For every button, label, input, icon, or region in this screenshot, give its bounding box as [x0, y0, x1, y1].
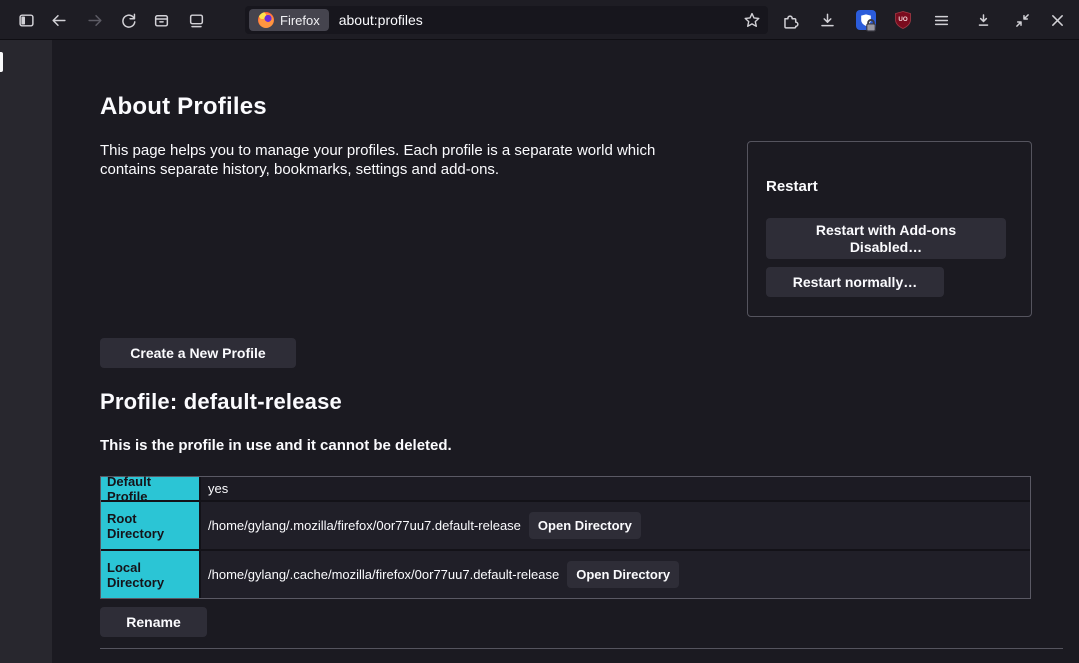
- about-profiles-page: About Profiles This page helps you to ma…: [52, 40, 1079, 663]
- active-tab-indicator: [0, 52, 3, 72]
- profile-in-use-note: This is the profile in use and it cannot…: [100, 437, 452, 454]
- minimize-arrow-icon: [975, 12, 992, 29]
- page-description: This page helps you to manage your profi…: [100, 141, 710, 179]
- extensions-button[interactable]: [776, 6, 804, 34]
- menu-button[interactable]: [927, 6, 955, 34]
- close-x-icon: [1049, 12, 1066, 29]
- bitwarden-extension-button[interactable]: [852, 6, 880, 34]
- restart-addons-disabled-button[interactable]: Restart with Add-ons Disabled…: [766, 218, 1006, 259]
- back-arrow-icon: [50, 12, 67, 29]
- table-row: Local Directory /home/gylang/.cache/mozi…: [101, 549, 1030, 598]
- firefox-window: Firefox about:profiles: [0, 0, 1079, 663]
- identity-chip-label: Firefox: [280, 13, 320, 28]
- ublock-shield-icon: UO: [893, 10, 913, 30]
- bitwarden-shield-icon: [856, 10, 876, 30]
- restart-section-title: Restart: [766, 178, 818, 195]
- default-profile-value: yes: [208, 481, 228, 496]
- row-header-default-profile: Default Profile: [101, 477, 201, 500]
- lock-icon: [864, 18, 878, 32]
- row-header-root-directory: Root Directory: [101, 502, 201, 549]
- browser-window-button[interactable]: [182, 6, 210, 34]
- restore-button[interactable]: [1008, 6, 1036, 34]
- rename-button[interactable]: Rename: [100, 607, 207, 637]
- downloads-button[interactable]: [813, 6, 841, 34]
- open-local-directory-button[interactable]: Open Directory: [567, 561, 679, 588]
- ublock-extension-button[interactable]: UO: [889, 6, 917, 34]
- bookmark-star-icon: [744, 12, 760, 28]
- firefox-logo-icon: [258, 12, 274, 28]
- ublock-badge-text: UO: [898, 16, 907, 23]
- archive-box-icon: [153, 12, 170, 29]
- bookmark-star-button[interactable]: [740, 8, 764, 32]
- downloads-icon: [819, 12, 836, 29]
- sidebar-toggle-button[interactable]: [12, 6, 40, 34]
- sidebar-toggle-icon: [18, 12, 35, 29]
- browser-window-icon: [188, 12, 205, 29]
- restart-normally-button[interactable]: Restart normally…: [766, 267, 944, 297]
- table-row: Root Directory /home/gylang/.mozilla/fir…: [101, 500, 1030, 549]
- restore-arrows-icon: [1014, 12, 1031, 29]
- table-row: Default Profile yes: [101, 477, 1030, 500]
- local-directory-path: /home/gylang/.cache/mozilla/firefox/0or7…: [208, 567, 559, 582]
- url-bar[interactable]: Firefox about:profiles: [245, 6, 768, 34]
- restart-section: Restart Restart with Add-ons Disabled… R…: [747, 141, 1032, 317]
- create-profile-button[interactable]: Create a New Profile: [100, 338, 296, 368]
- profile-heading: Profile: default-release: [100, 389, 342, 415]
- forward-arrow-icon: [87, 12, 104, 29]
- open-root-directory-button[interactable]: Open Directory: [529, 512, 641, 539]
- profile-table: Default Profile yes Root Directory /home…: [100, 476, 1031, 599]
- hamburger-menu-icon: [933, 12, 950, 29]
- page-title: About Profiles: [100, 93, 267, 121]
- archive-box-button[interactable]: [147, 6, 175, 34]
- section-divider: [100, 648, 1063, 649]
- navigation-toolbar: Firefox about:profiles: [0, 0, 1079, 40]
- back-button[interactable]: [44, 6, 72, 34]
- reload-button[interactable]: [114, 6, 142, 34]
- vertical-tab-strip: [0, 40, 52, 663]
- root-directory-path: /home/gylang/.mozilla/firefox/0or77uu7.d…: [208, 518, 521, 533]
- extensions-puzzle-icon: [782, 12, 799, 29]
- forward-button[interactable]: [81, 6, 109, 34]
- reload-icon: [120, 12, 137, 29]
- close-button[interactable]: [1043, 6, 1071, 34]
- url-text: about:profiles: [339, 12, 740, 28]
- minimize-button[interactable]: [969, 6, 997, 34]
- identity-chip[interactable]: Firefox: [249, 9, 329, 31]
- row-header-local-directory: Local Directory: [101, 551, 201, 598]
